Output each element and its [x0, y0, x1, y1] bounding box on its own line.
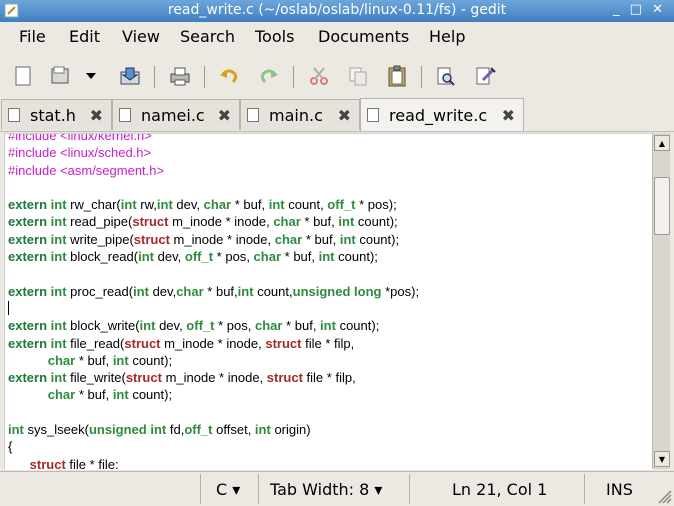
document-icon	[247, 108, 259, 122]
maximize-button[interactable]: □	[630, 2, 645, 17]
code-line: int sys_lseek(unsigned int fd,off_t offs…	[8, 422, 311, 438]
menu-view[interactable]: View	[122, 27, 160, 46]
document-icon	[8, 108, 20, 122]
find-replace-icon[interactable]	[473, 63, 499, 89]
text-cursor	[8, 300, 9, 315]
code-line: #include <asm/segment.h>	[8, 162, 165, 178]
code-line: char * buf, int count);	[47, 387, 173, 403]
open-dropdown-icon[interactable]	[83, 63, 99, 89]
find-icon[interactable]	[433, 63, 459, 89]
toolbar	[0, 55, 674, 97]
insert-mode: INS	[606, 480, 633, 499]
code-line: extern int write_pipe(struct m_inode * i…	[8, 231, 400, 247]
code-line: #include <linux/sched.h>	[8, 145, 152, 161]
tab-label: stat.h	[30, 105, 76, 125]
tab-label: main.c	[269, 105, 323, 125]
code-line: extern int block_write(int dev, off_t * …	[8, 318, 380, 334]
redo-icon[interactable]	[256, 63, 282, 89]
tab-bar: stat.h ✖ namei.c ✖ main.c ✖ read_write.c…	[0, 97, 674, 132]
window-title: read_write.c (~/oslab/oslab/linux-0.11/f…	[167, 2, 507, 18]
scroll-down-button[interactable]: ▼	[654, 451, 670, 467]
new-document-icon[interactable]	[10, 63, 36, 89]
tab-main-c[interactable]: main.c ✖	[240, 99, 360, 130]
window-controls: _ □ ✕	[613, 2, 666, 17]
code-line: extern int read_pipe(struct m_inode * in…	[8, 214, 398, 230]
menu-tools[interactable]: Tools	[255, 27, 294, 46]
vertical-scrollbar[interactable]: ▲ ▼	[652, 133, 670, 469]
code-view[interactable]: #include <linux/kernel.h> #include <linux…	[8, 133, 420, 470]
language-selector[interactable]: C ▾	[216, 480, 240, 499]
close-tab-icon[interactable]: ✖	[502, 106, 515, 125]
close-button[interactable]: ✕	[652, 2, 666, 17]
resize-grip-icon[interactable]	[656, 488, 672, 504]
code-line: extern int file_write(struct m_inode * i…	[8, 370, 356, 386]
cut-icon[interactable]	[306, 63, 332, 89]
document-icon	[119, 108, 131, 122]
tab-read-write-c[interactable]: read_write.c ✖	[360, 98, 524, 131]
code-line: extern int block_read(int dev, off_t * p…	[8, 249, 378, 265]
menu-help[interactable]: Help	[429, 27, 465, 46]
title-bar: read_write.c (~/oslab/oslab/linux-0.11/f…	[0, 0, 674, 22]
copy-icon[interactable]	[345, 63, 371, 89]
print-icon[interactable]	[167, 63, 193, 89]
code-line: struct file * file:	[29, 456, 119, 470]
scroll-up-button[interactable]: ▲	[654, 135, 670, 151]
code-line: char * buf, int count);	[47, 352, 173, 368]
menu-search[interactable]: Search	[180, 27, 235, 46]
code-line: extern int proc_read(int dev,char * buf,…	[8, 283, 420, 299]
menu-bar: File Edit View Search Tools Documents He…	[0, 22, 674, 54]
paste-icon[interactable]	[384, 63, 410, 89]
tab-stat-h[interactable]: stat.h ✖	[1, 99, 112, 130]
menu-edit[interactable]: Edit	[69, 27, 100, 46]
document-icon	[367, 108, 379, 122]
text-editor[interactable]: #include <linux/kernel.h> #include <linux…	[4, 133, 653, 470]
tab-namei-c[interactable]: namei.c ✖	[112, 99, 240, 130]
open-icon[interactable]	[48, 63, 74, 89]
close-tab-icon[interactable]: ✖	[218, 106, 231, 125]
minimize-button[interactable]: _	[613, 2, 623, 17]
code-line: #include <linux/kernel.h>	[8, 133, 152, 143]
code-line	[8, 300, 419, 317]
tab-label: read_write.c	[389, 105, 488, 125]
close-tab-icon[interactable]: ✖	[338, 106, 351, 125]
code-line: extern int file_read(struct m_inode * in…	[8, 335, 355, 351]
undo-icon[interactable]	[216, 63, 242, 89]
save-icon[interactable]	[117, 63, 143, 89]
tab-label: namei.c	[141, 105, 205, 125]
code-line: extern int rw_char(int rw,int dev, char …	[8, 197, 397, 213]
scroll-thumb[interactable]	[654, 177, 670, 235]
menu-file[interactable]: File	[19, 27, 46, 46]
cursor-position: Ln 21, Col 1	[452, 480, 548, 499]
code-line: {	[8, 439, 13, 455]
status-bar: C ▾ Tab Width: 8 ▾ Ln 21, Col 1 INS	[0, 471, 674, 506]
tab-width-selector[interactable]: Tab Width: 8 ▾	[270, 480, 382, 499]
close-tab-icon[interactable]: ✖	[90, 106, 103, 125]
menu-documents[interactable]: Documents	[318, 27, 409, 46]
